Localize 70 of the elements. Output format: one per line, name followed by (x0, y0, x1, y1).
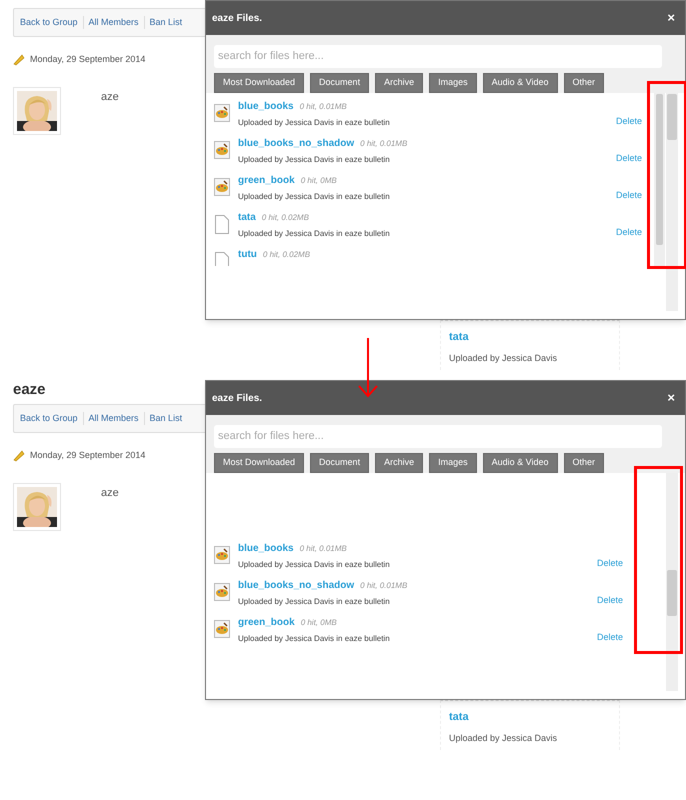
scrollbar[interactable] (666, 472, 678, 691)
delete-link[interactable]: Delete (596, 594, 623, 608)
member-name: aze (101, 90, 119, 104)
filter-button[interactable]: Other (564, 72, 604, 92)
uploader-text: Uploaded by Jessica Davis in eaze bulletin (238, 632, 391, 644)
file-name-link[interactable]: green_book (238, 614, 295, 630)
file-meta: 0 hit, 0.02MB (262, 212, 309, 224)
file-name-link[interactable]: green_book (238, 172, 295, 188)
card-subtitle: Uploaded by Jessica Davis (449, 352, 558, 365)
delete-link[interactable]: Delete (616, 152, 642, 166)
nav-link[interactable]: All Members (82, 16, 144, 30)
uploader-text: Uploaded by Jessica Davis in eaze bulletin (238, 558, 391, 570)
filter-button[interactable]: Images (429, 452, 477, 472)
uploader-text: Uploaded by Jessica Davis in eaze bulletin (238, 116, 391, 128)
file-meta: 0 hit, 0MB (300, 616, 337, 628)
file-name-link[interactable]: tutu (238, 246, 257, 262)
uploader-text: Uploaded by Jessica Davis in eaze bulletin (238, 154, 391, 166)
scrollbar-thumb[interactable] (667, 570, 677, 616)
nav-link[interactable]: Back to Group (20, 412, 83, 426)
delete-link[interactable]: Delete (596, 631, 623, 644)
nav-link[interactable]: Ban List (144, 16, 188, 30)
delete-link[interactable]: Delete (596, 557, 623, 570)
filter-button[interactable]: Archive (375, 72, 424, 92)
filter-button[interactable]: Document (310, 72, 370, 92)
file-name-link[interactable]: blue_books_no_shadow (238, 136, 354, 150)
delete-link[interactable]: Delete (616, 189, 642, 202)
delete-link[interactable]: Delete (616, 115, 642, 128)
file-name-link[interactable]: blue_books (238, 540, 294, 556)
file-name-link[interactable]: blue_books_no_shadow (238, 578, 354, 592)
file-name-link[interactable]: blue_books (238, 98, 294, 114)
nav-link[interactable]: Back to Group (20, 16, 83, 30)
filter-button[interactable]: Audio & Video (482, 72, 558, 92)
uploader-text: Uploaded by Jessica Davis in eaze bulletin (238, 228, 391, 240)
filter-button[interactable]: Document (310, 452, 370, 472)
filter-button[interactable]: Images (429, 72, 477, 92)
file-meta: 0 hit, 0.02MB (262, 248, 310, 260)
down-arrow-icon (357, 338, 379, 398)
file-meta: 0 hit, 0.01MB (300, 542, 347, 554)
search-field[interactable]: search for files here... (214, 44, 662, 68)
close-button[interactable]: × (663, 8, 679, 28)
file-meta: 0 hit, 0.01MB (360, 580, 408, 592)
scrollbar-thumb[interactable] (656, 94, 663, 244)
delete-link[interactable]: Delete (616, 226, 642, 240)
dialog-title: eaze Files. (212, 12, 262, 26)
scrollbar-thumb[interactable] (667, 94, 677, 140)
file-meta: 0 hit, 0.01MB (360, 138, 408, 150)
card-subtitle: Uploaded by Jessica Davis (449, 732, 558, 745)
date-text: Monday, 29 September 2014 (30, 53, 146, 66)
scrollbar[interactable] (666, 92, 678, 311)
member-name: aze (101, 486, 119, 500)
scrollbar[interactable] (654, 92, 665, 266)
card-title: tata (449, 710, 470, 725)
filter-button[interactable]: Most Downloaded (214, 452, 304, 472)
dialog-title: eaze Files. (212, 392, 262, 406)
nav-link[interactable]: All Members (82, 412, 144, 426)
file-meta: 0 hit, 0MB (300, 174, 337, 186)
filter-button[interactable]: Most Downloaded (214, 72, 304, 92)
group-heading: eaze (13, 380, 47, 400)
filter-button[interactable]: Other (564, 452, 604, 472)
date-text: Monday, 29 September 2014 (30, 449, 146, 462)
file-meta: 0 hit, 0.01MB (300, 100, 347, 112)
uploader-text: Uploaded by Jessica Davis in eaze bulletin (238, 596, 391, 608)
search-field[interactable]: search for files here... (214, 424, 662, 448)
card-title: tata (449, 330, 470, 345)
nav-link[interactable]: Ban List (144, 412, 188, 426)
file-name-link[interactable]: tata (238, 210, 256, 224)
filter-button[interactable]: Archive (375, 452, 424, 472)
uploader-text: Uploaded by Jessica Davis in eaze bulletin (238, 190, 391, 202)
filter-button[interactable]: Audio & Video (482, 452, 558, 472)
close-button[interactable]: × (663, 388, 679, 408)
